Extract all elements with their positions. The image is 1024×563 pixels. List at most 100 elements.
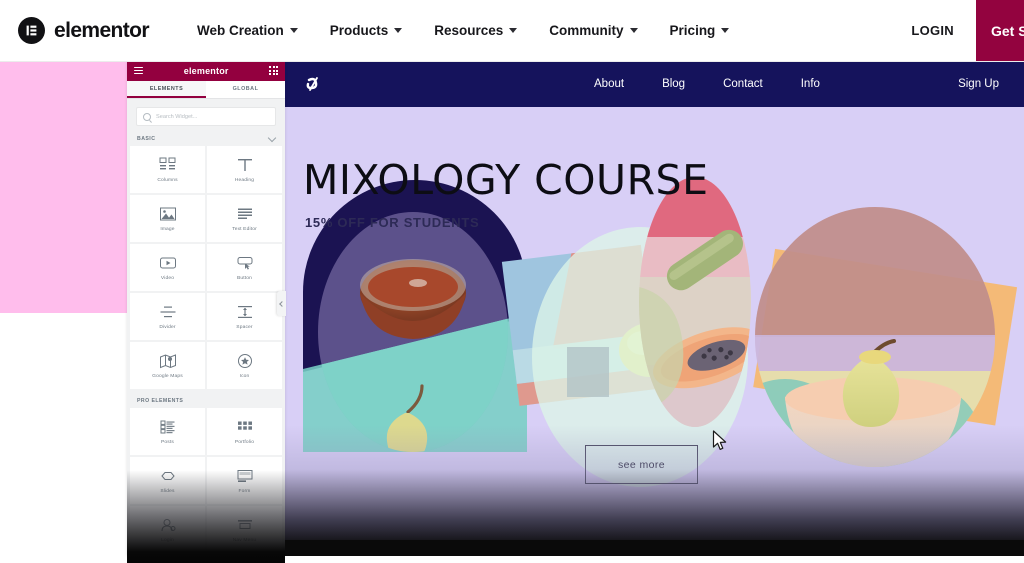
section-title: BASIC [137,136,156,142]
section-title: PRO ELEMENTS [137,398,184,404]
form-icon [237,469,252,482]
site-nav-info[interactable]: Info [782,78,839,90]
site-signup-link[interactable]: Sign Up [958,78,999,90]
preview-bottom-bar [285,540,1024,556]
button-icon [237,256,252,270]
tab-global[interactable]: GLOBAL [206,81,285,98]
login-link[interactable]: LOGIN [889,23,976,38]
widget-label: Form [238,488,251,494]
widget-text-editor[interactable]: Text Editor [207,195,282,242]
section-header-basic[interactable]: BASIC [127,130,285,146]
widget-label: Google Maps [152,373,183,379]
editor-panel-header: elementor [127,60,285,81]
nav-label: Products [329,23,389,38]
pink-decorative-band [0,61,128,313]
search-icon [143,112,151,121]
nav-label: Community [549,23,624,38]
site-nav-about[interactable]: About [575,78,643,90]
divider-icon [160,306,175,317]
nav-item-products[interactable]: Products [314,23,419,38]
portfolio-icon [237,421,252,430]
nav-item-resources[interactable]: Resources [418,23,533,38]
nav-item-community[interactable]: Community [533,23,653,38]
widget-label: Icon [239,373,250,379]
nav-menu-icon [237,519,252,529]
image-icon [159,207,176,220]
widget-video[interactable]: Video [130,244,205,291]
widget-image[interactable]: Image [130,195,205,242]
widget-form[interactable]: Form [207,457,282,504]
elementor-brand[interactable]: elementor [18,17,150,44]
widget-slides[interactable]: Slides [130,457,205,504]
widget-heading[interactable]: Heading [207,146,282,193]
widget-icon[interactable]: Icon [207,342,282,389]
section-header-pro-elements[interactable]: PRO ELEMENTS [127,389,285,408]
widget-label: Image [160,226,175,232]
widget-label: Login [161,537,174,543]
slides-icon [160,471,175,480]
widget-label: Slides [160,488,175,494]
heading-icon [237,158,252,171]
see-more-button[interactable]: see more [585,445,698,484]
spacer-icon [237,305,252,318]
main-menu: Web Creation Products Resources Communit… [181,23,745,38]
widget-label: Columns [157,177,178,183]
hero-title: MIXOLOGY COURSE [303,156,709,204]
chevron-down-icon [289,28,298,33]
widget-google-maps[interactable]: Google Maps [130,342,205,389]
widget-grid-pro: Posts Portfolio Slides Form Login Nav Me… [127,408,285,553]
nav-right-actions: LOGIN Get Started [889,0,1024,61]
widget-label: Divider [159,324,176,330]
nav-label: Web Creation [196,23,284,38]
star-icon [237,353,252,368]
widget-label: Text Editor [232,226,257,232]
posts-icon [160,420,174,434]
editor-panel-tabs: ELEMENTS GLOBAL [127,81,285,99]
widget-login[interactable]: Login [130,506,205,553]
login-icon [161,518,175,531]
elementor-editor-panel[interactable]: elementor ELEMENTS GLOBAL Search Widget.… [127,60,285,556]
widget-label: Portfolio [234,439,255,445]
get-started-button[interactable]: Get Started [976,0,1024,61]
chevron-left-icon [279,300,285,307]
top-navigation-bar: elementor Web Creation Products Resource… [0,0,1024,62]
widget-divider[interactable]: Divider [130,293,205,340]
text-editor-icon [237,208,252,219]
nav-label: Pricing [669,23,716,38]
widget-button[interactable]: Button [207,244,282,291]
columns-icon [159,157,175,169]
widget-search-input[interactable]: Search Widget... [136,107,276,126]
preview-site-nav: About Blog Contact Info [575,78,839,90]
nav-item-web-creation[interactable]: Web Creation [181,23,314,38]
chevron-down-icon [629,28,638,33]
widget-nav-menu[interactable]: Nav Menu [207,506,282,553]
elementor-logo-icon [18,17,45,44]
google-maps-icon [159,353,176,368]
site-nav-contact[interactable]: Contact [704,78,782,90]
widget-label: Video [160,275,175,281]
widget-spacer[interactable]: Spacer [207,293,282,340]
hamburger-icon[interactable] [134,66,143,75]
widget-columns[interactable]: Columns [130,146,205,193]
chevron-down-icon [267,133,277,142]
editor-preview-canvas[interactable]: About Blog Contact Info Sign Up MIXOLOGY… [285,60,1024,556]
nav-item-pricing[interactable]: Pricing [654,23,746,38]
panel-collapse-handle[interactable] [277,291,286,316]
chevron-down-icon [509,28,518,33]
nav-label: Resources [434,23,504,38]
site-logo-icon[interactable] [303,73,325,95]
tab-elements[interactable]: ELEMENTS [127,81,206,98]
hero-subtitle: 15% OFF FOR STUDENTS [305,215,480,230]
widget-label: Button [236,275,253,281]
widget-grid-basic: Columns Heading Image Text Editor Video … [127,146,285,389]
widget-label: Posts [161,439,174,445]
widget-label: Nav Menu [232,537,257,543]
widget-portfolio[interactable]: Portfolio [207,408,282,455]
preview-site-header: About Blog Contact Info Sign Up [285,60,1024,107]
editor-panel-logo: elementor [183,65,229,76]
widget-label: Heading [234,177,255,183]
grid-icon[interactable] [269,66,278,75]
video-icon [159,257,176,268]
widget-posts[interactable]: Posts [130,408,205,455]
site-nav-blog[interactable]: Blog [643,78,704,90]
